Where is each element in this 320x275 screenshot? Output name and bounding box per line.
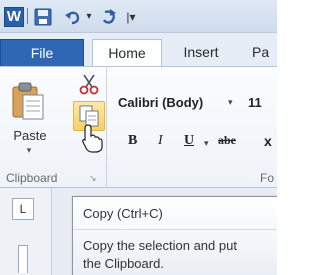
- font-name-dropdown[interactable]: ▾: [228, 97, 233, 108]
- paste-label: Paste: [13, 128, 47, 143]
- ribbon-tabs: File Home Insert Pa: [0, 33, 277, 66]
- font-size-box[interactable]: 11: [248, 95, 262, 110]
- clipboard-group-label: Clipboard: [6, 171, 58, 185]
- ruler-margin-marker: [18, 245, 28, 273]
- tooltip-divider: [73, 229, 277, 230]
- undo-icon: [65, 11, 80, 24]
- strikethrough-button[interactable]: abe: [218, 133, 236, 148]
- underline-dropdown[interactable]: ▾: [204, 138, 209, 149]
- redo-icon: [102, 8, 116, 24]
- redo-button[interactable]: [98, 6, 120, 27]
- cut-icon[interactable]: [78, 73, 100, 95]
- undo-dropdown[interactable]: ▾: [84, 6, 94, 27]
- tooltip-line-2: the Clipboard.: [83, 256, 164, 271]
- clipboard-group: Paste ▾ Clipboard ↘: [0, 67, 107, 188]
- tab-selector-button[interactable]: L: [12, 198, 34, 220]
- mouse-cursor-icon: [82, 124, 103, 153]
- tab-home[interactable]: Home: [92, 39, 162, 66]
- tab-insert[interactable]: Insert: [170, 39, 232, 66]
- tooltip-description: Copy the selection and put the Clipboard…: [83, 237, 277, 273]
- tab-page-layout[interactable]: Pa: [252, 39, 277, 66]
- font-name-box[interactable]: Calibri (Body): [118, 95, 203, 110]
- paste-icon: [12, 82, 44, 120]
- qat-separator: [27, 8, 28, 24]
- subscript-button[interactable]: x: [264, 133, 272, 149]
- paste-dropdown-arrow[interactable]: ▾: [22, 145, 36, 156]
- tab-file[interactable]: File: [0, 39, 84, 66]
- word-logo-letter: W: [4, 6, 24, 27]
- font-group: Calibri (Body) ▾ 11 B I U ▾ abe x Fo: [108, 67, 277, 188]
- customize-qat-button[interactable]: |▾: [124, 6, 138, 27]
- copy-tooltip: Copy (Ctrl+C) Copy the selection and put…: [72, 196, 277, 275]
- font-group-label: Fo: [260, 171, 275, 185]
- save-icon: [34, 8, 52, 25]
- tooltip-line-1: Copy the selection and put: [83, 238, 237, 253]
- quick-access-toolbar: W ▾ |▾: [0, 0, 277, 33]
- word-logo-icon[interactable]: W: [3, 6, 25, 27]
- paste-button[interactable]: Paste ▾: [4, 75, 56, 159]
- undo-button[interactable]: [62, 6, 84, 27]
- ribbon-home: Paste ▾ Clipboard ↘ Calibri (Body) ▾ 11 …: [0, 66, 277, 188]
- italic-button[interactable]: I: [158, 133, 163, 149]
- clipboard-launcher-icon[interactable]: ↘: [89, 174, 98, 183]
- save-button[interactable]: [32, 6, 54, 27]
- tooltip-title: Copy (Ctrl+C): [83, 206, 163, 221]
- word-window: W ▾ |▾ File Home Insert Pa Paste ▾ Clipb…: [0, 0, 277, 275]
- underline-button[interactable]: U: [184, 133, 194, 149]
- bold-button[interactable]: B: [128, 133, 137, 149]
- vertical-ruler: L: [0, 188, 52, 275]
